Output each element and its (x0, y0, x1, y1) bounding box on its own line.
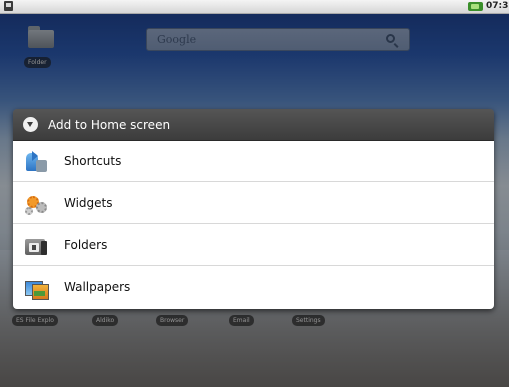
menu-item-shortcuts[interactable]: Shortcuts (13, 141, 494, 182)
usb-debug-icon (4, 1, 13, 11)
battery-icon (468, 2, 483, 11)
dialog-menu-icon (23, 117, 38, 132)
add-to-home-dialog: Add to Home screen Shortcuts Widgets Fol… (13, 109, 494, 309)
menu-item-label: Widgets (64, 196, 113, 210)
menu-item-label: Folders (64, 238, 108, 252)
folder-icon (24, 234, 48, 258)
dialog-list: Shortcuts Widgets Folders Wallpapers (13, 141, 494, 309)
dialog-title: Add to Home screen (48, 118, 171, 132)
menu-item-folders[interactable]: Folders (13, 225, 494, 266)
status-bar: 07:37 (0, 0, 509, 14)
wallpaper-icon (24, 276, 49, 300)
widgets-icon (24, 192, 48, 216)
menu-item-wallpapers[interactable]: Wallpapers (13, 267, 494, 308)
menu-item-label: Wallpapers (64, 280, 131, 294)
menu-item-label: Shortcuts (64, 154, 122, 168)
dialog-header: Add to Home screen (13, 109, 494, 141)
status-clock: 07:37 (486, 1, 509, 11)
menu-item-widgets[interactable]: Widgets (13, 183, 494, 224)
shortcut-icon (24, 150, 48, 174)
